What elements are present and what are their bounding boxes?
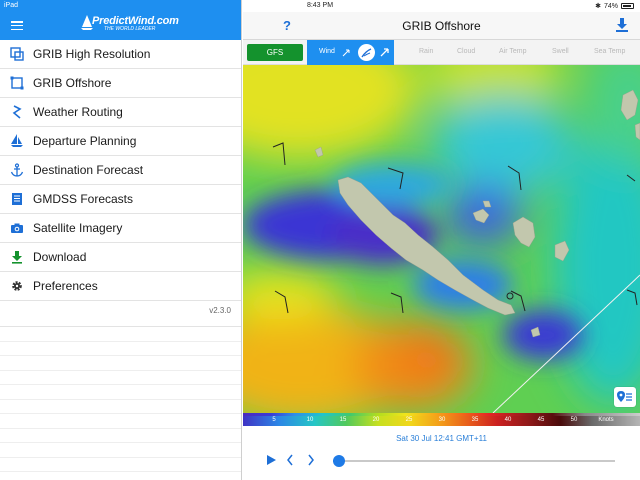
- sidebar-item-destination-forecast[interactable]: Destination Forecast: [0, 156, 241, 185]
- sidebar-item-label: Departure Planning: [33, 134, 137, 148]
- sidebar-menu: GRIB High Resolution GRIB Offshore Weath…: [0, 40, 241, 301]
- grib-offshore-icon: [9, 75, 25, 91]
- scale-tick: 25: [405, 417, 413, 423]
- sidebar-item-preferences[interactable]: Preferences: [0, 272, 241, 301]
- sidebar-item-label: GRIB High Resolution: [33, 47, 151, 61]
- tab-rain[interactable]: Rain: [419, 48, 433, 55]
- sidebar-item-label: Weather Routing: [33, 105, 123, 119]
- wind-barb-icon[interactable]: [342, 48, 351, 57]
- sidebar-item-download[interactable]: Download: [0, 243, 241, 272]
- scale-tick: 15: [339, 417, 347, 423]
- battery-percent: 74%: [603, 2, 618, 10]
- gear-icon: [9, 278, 25, 294]
- sidebar-item-grib-offshore[interactable]: GRIB Offshore: [0, 69, 241, 98]
- sidebar-item-weather-routing[interactable]: Weather Routing: [0, 98, 241, 127]
- legend-button[interactable]: [614, 387, 636, 407]
- battery-icon: [621, 3, 634, 9]
- scale-tick: 35: [471, 417, 479, 423]
- wind-heatmap: [243, 65, 640, 413]
- sidebar-item-label: Destination Forecast: [33, 163, 144, 177]
- scale-tick: 45: [537, 417, 545, 423]
- streamline-icon: [361, 48, 372, 58]
- play-icon[interactable]: [267, 455, 276, 465]
- sidebar-item-label: Satellite Imagery: [33, 221, 123, 235]
- tab-cloud[interactable]: Cloud: [457, 48, 475, 55]
- sail-logo-icon: [81, 15, 93, 30]
- main-panel: ? GRIB Offshore GFS Wind Rain Cloud Air …: [243, 0, 640, 480]
- time-slider-thumb[interactable]: [333, 455, 345, 467]
- predictwind-logo: PredictWind.com THE WORLD LEADER: [80, 15, 179, 37]
- sidebar-item-satellite-imagery[interactable]: Satellite Imagery: [0, 214, 241, 243]
- page-title: GRIB Offshore: [402, 19, 481, 33]
- model-button-gfs[interactable]: GFS: [247, 44, 303, 61]
- sidebar-item-label: GMDSS Forecasts: [33, 192, 134, 206]
- empty-rows: [0, 327, 241, 480]
- tab-wind-label: Wind: [319, 48, 335, 55]
- download-arrow-icon: [616, 18, 628, 32]
- sailboat-icon: [9, 133, 25, 149]
- time-slider[interactable]: [333, 455, 615, 467]
- tab-air-temp[interactable]: Air Temp: [499, 48, 527, 55]
- weather-routing-icon: [9, 104, 25, 120]
- map-pin-list-icon: [617, 391, 632, 402]
- wind-map[interactable]: [243, 65, 640, 413]
- scale-tick: 20: [372, 417, 380, 423]
- tab-sea-temp[interactable]: Sea Temp: [594, 48, 625, 55]
- sidebar-item-grib-high-resolution[interactable]: GRIB High Resolution: [0, 40, 241, 69]
- scale-tick: 5: [272, 417, 276, 423]
- download-button[interactable]: [616, 18, 628, 37]
- document-icon: [9, 191, 25, 207]
- forecast-datetime: Sat 30 Jul 12:41 GMT+11: [396, 434, 487, 443]
- sidebar-item-gmdss-forecasts[interactable]: GMDSS Forecasts: [0, 185, 241, 214]
- scale-unit: Knots: [598, 417, 614, 423]
- clock: 8:43 PM: [306, 2, 334, 9]
- app-version: v2.3.0: [0, 301, 241, 327]
- tab-wind[interactable]: Wind: [307, 40, 394, 65]
- camera-icon: [9, 220, 25, 236]
- next-icon[interactable]: [307, 454, 315, 466]
- sidebar: PredictWind.com THE WORLD LEADER GRIB Hi…: [0, 0, 242, 480]
- playback-controls: Sat 30 Jul 12:41 GMT+11: [243, 426, 640, 480]
- layer-tab-bar: GFS Wind Rain Cloud Air Temp Swell Sea T…: [243, 40, 640, 65]
- scale-tick: 40: [504, 417, 512, 423]
- status-right: ✱ 74%: [595, 2, 634, 10]
- sidebar-item-label: GRIB Offshore: [33, 76, 112, 90]
- scale-tick: 30: [438, 417, 446, 423]
- status-bar: iPad 8:43 PM ✱ 74%: [0, 0, 640, 12]
- nav-bar: ? GRIB Offshore: [243, 12, 640, 40]
- anchor-icon: [9, 162, 25, 178]
- wind-arrow-icon[interactable]: [380, 48, 389, 57]
- sidebar-item-label: Download: [33, 250, 87, 264]
- scale-tick: 10: [306, 417, 314, 423]
- scale-tick: 50: [570, 417, 578, 423]
- bluetooth-icon: ✱: [595, 3, 601, 10]
- sidebar-item-departure-planning[interactable]: Departure Planning: [0, 127, 241, 156]
- sidebar-item-label: Preferences: [33, 279, 98, 293]
- tab-swell[interactable]: Swell: [552, 48, 569, 55]
- download-icon: [9, 249, 25, 265]
- hamburger-menu-icon[interactable]: [11, 21, 23, 31]
- wind-streamline-toggle[interactable]: [358, 44, 375, 61]
- grib-highres-icon: [9, 46, 25, 62]
- wind-speed-scale: 5 10 15 20 25 30 35 40 45 50 Knots: [243, 413, 640, 426]
- previous-icon[interactable]: [286, 454, 294, 466]
